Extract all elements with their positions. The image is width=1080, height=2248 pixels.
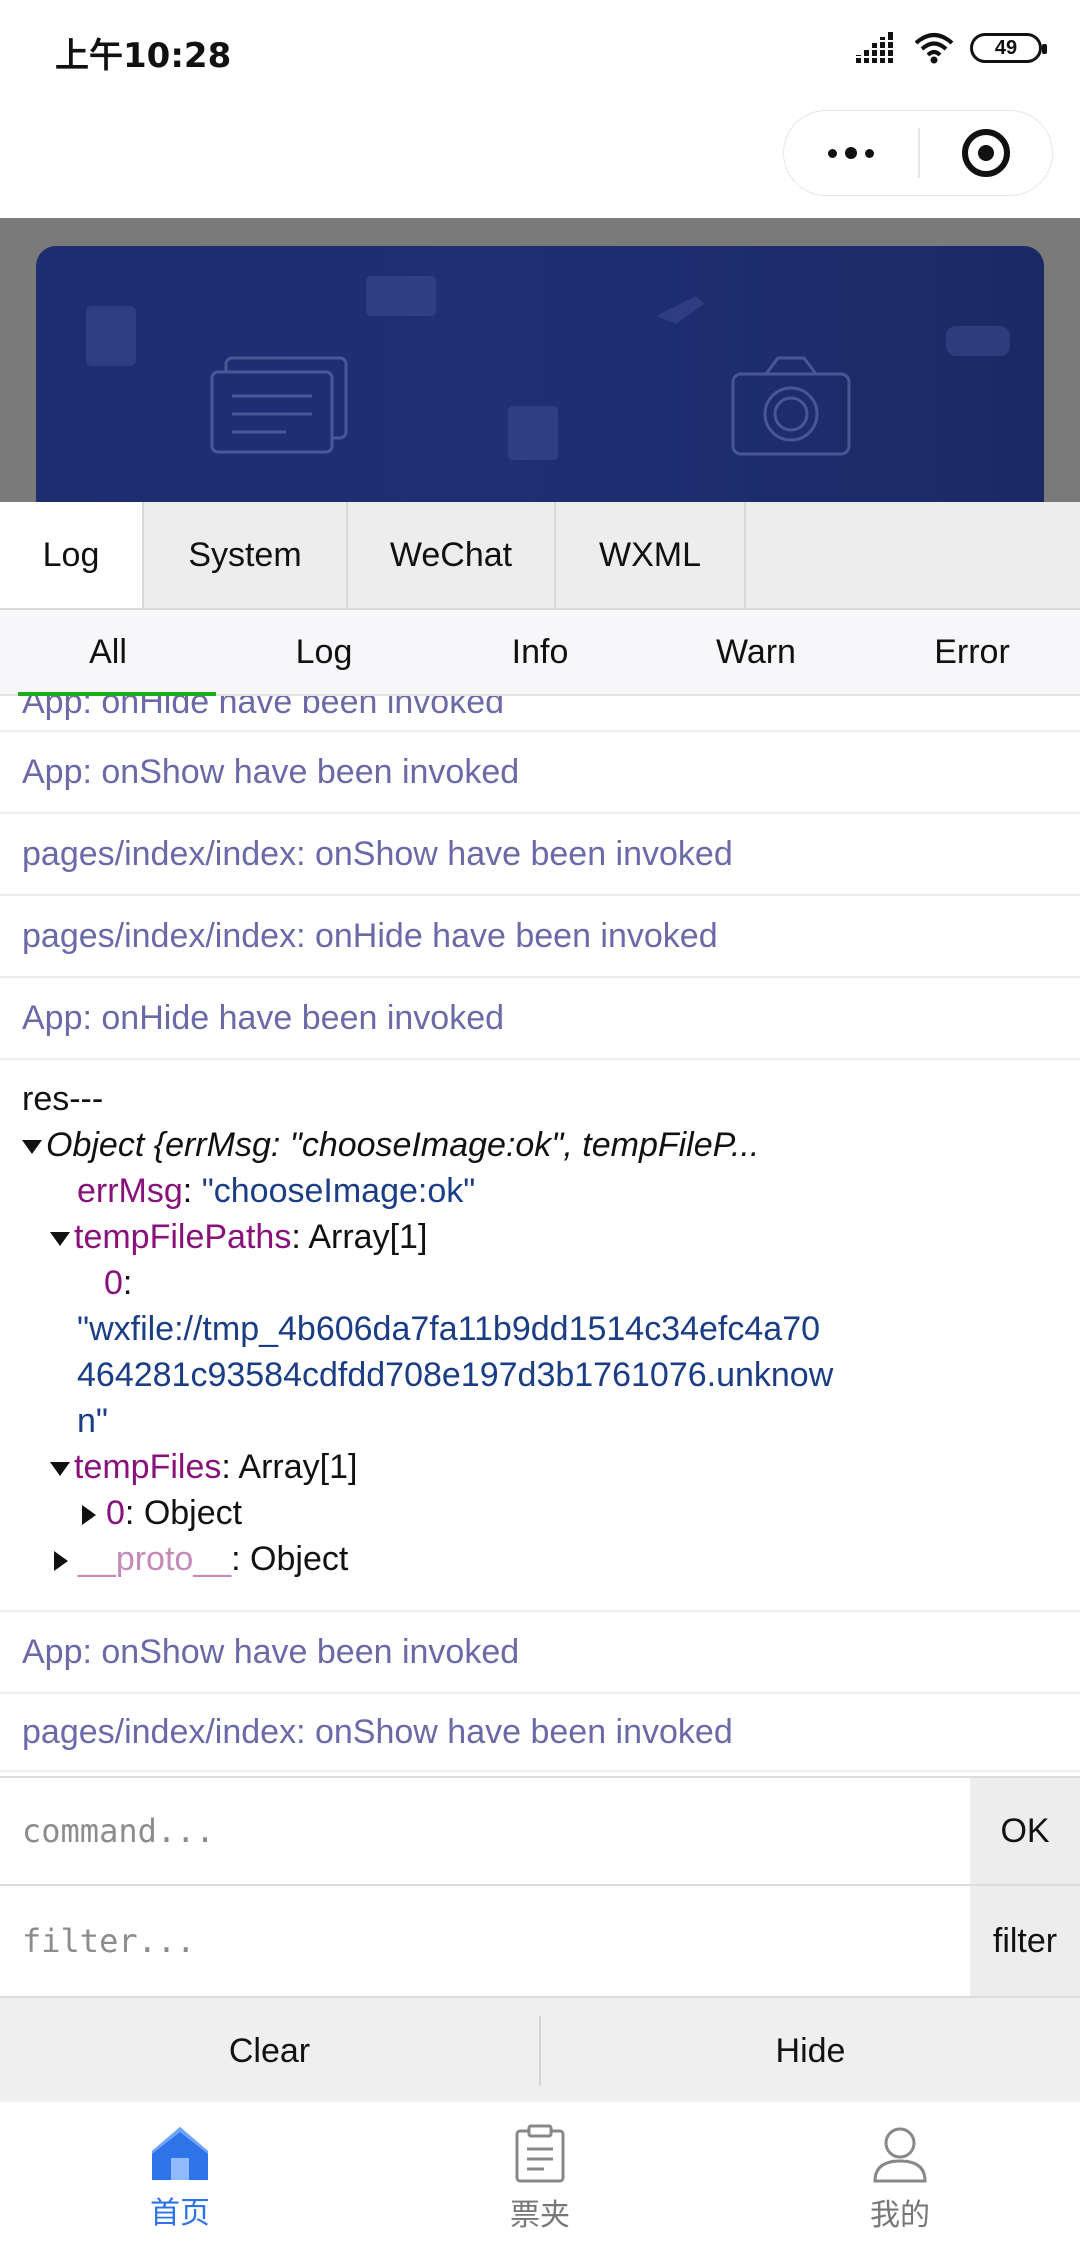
object-summary-toggle[interactable]: Object {errMsg: "chooseImage:ok", tempFi… xyxy=(22,1126,759,1165)
log-list[interactable]: App: onHide have been invoked App: onSho… xyxy=(0,696,1080,1776)
tempfiles-item-toggle[interactable]: 0: Object xyxy=(82,1494,242,1533)
caret-right-icon xyxy=(54,1551,68,1572)
status-time: 上午10:28 xyxy=(55,36,232,76)
filter-log[interactable]: Log xyxy=(216,610,432,694)
log-entry: App: onHide have been invoked xyxy=(0,978,1080,1060)
log-entry: pages/index/index: onHide have been invo… xyxy=(0,896,1080,978)
prop-type: Array[1] xyxy=(238,1448,358,1486)
vconsole-tabs: Log System WeChat WXML xyxy=(0,502,1080,610)
log-entry: App: onShow have been invoked xyxy=(0,732,1080,814)
tab-system[interactable]: System xyxy=(144,502,348,608)
bottom-tabbar: 首页 票夹 我的 xyxy=(0,2102,1080,2248)
tabbar-label: 我的 xyxy=(870,2198,930,2233)
tabbar-label: 票夹 xyxy=(510,2198,570,2233)
tabbar-item-home[interactable]: 首页 xyxy=(0,2102,360,2248)
wifi-icon xyxy=(914,33,954,64)
log-entry: pages/index/index: onShow have been invo… xyxy=(0,1694,1080,1772)
battery-level: 49 xyxy=(994,36,1018,59)
hide-button[interactable]: Hide xyxy=(541,1998,1080,2104)
tabbar-item-me[interactable]: 我的 xyxy=(720,2102,1080,2248)
close-button[interactable] xyxy=(920,111,1053,195)
capsule-menu xyxy=(783,110,1053,196)
filter-info[interactable]: Info xyxy=(432,610,648,694)
more-button[interactable] xyxy=(784,111,918,195)
user-icon xyxy=(873,2127,927,2183)
proto-toggle[interactable]: __proto__: Object xyxy=(54,1540,348,1579)
prop-value: "chooseImage:ok" xyxy=(201,1172,476,1210)
status-icons: 49 xyxy=(854,26,1047,70)
caret-down-icon xyxy=(22,1140,42,1155)
page-overlay xyxy=(0,218,1080,546)
more-dots-icon xyxy=(828,148,837,158)
array-index: 0: xyxy=(104,1264,133,1302)
tabbar-label: 首页 xyxy=(150,2196,210,2231)
filter-input[interactable] xyxy=(0,1886,970,1996)
command-row: OK xyxy=(0,1776,1080,1886)
log-prefix: res--- xyxy=(22,1080,104,1118)
log-entry: App: onHide have been invoked xyxy=(0,696,1080,732)
filter-warn[interactable]: Warn xyxy=(648,610,864,694)
tab-log[interactable]: Log xyxy=(0,502,144,608)
vconsole-panel: Log System WeChat WXML All Log Info Warn… xyxy=(0,502,1080,2104)
filter-button[interactable]: filter xyxy=(970,1886,1080,1996)
tabbar-item-tickets[interactable]: 票夹 xyxy=(360,2102,720,2248)
tab-wxml[interactable]: WXML xyxy=(556,502,746,608)
log-level-filters: All Log Info Warn Error xyxy=(0,610,1080,696)
close-target-icon xyxy=(961,129,1010,177)
prop-key: tempFiles xyxy=(74,1448,222,1486)
console-footer: Clear Hide xyxy=(0,1998,1080,2104)
object-log-entry: res--- Object {errMsg: "chooseImage:ok",… xyxy=(0,1060,1080,1612)
object-summary: Object {errMsg: "chooseImage:ok", tempFi… xyxy=(46,1126,760,1164)
ok-button[interactable]: OK xyxy=(970,1778,1080,1884)
filter-error[interactable]: Error xyxy=(864,610,1080,694)
clipboard-icon xyxy=(515,2124,565,2183)
battery-icon: 49 xyxy=(970,33,1047,63)
caret-right-icon xyxy=(82,1505,96,1526)
log-entry: App: onShow have been invoked xyxy=(0,1612,1080,1694)
prop-errmsg: errMsg: "chooseImage:ok" xyxy=(77,1172,476,1210)
path-value-line: n" xyxy=(77,1402,108,1440)
signal-icon xyxy=(854,32,896,63)
path-value-line: "wxfile://tmp_4b606da7fa11b9dd1514c34efc… xyxy=(77,1310,821,1348)
clear-button[interactable]: Clear xyxy=(0,1998,539,2104)
home-icon xyxy=(152,2127,208,2180)
prop-key: tempFilePaths xyxy=(74,1218,292,1256)
caret-down-icon xyxy=(50,1232,70,1247)
miniprogram-header xyxy=(0,98,1080,218)
prop-tempfilepaths-toggle[interactable]: tempFilePaths: Array[1] xyxy=(50,1218,427,1257)
path-value-line: 464281c93584cdfdd708e197d3b1761076.unkno… xyxy=(77,1356,834,1394)
caret-down-icon xyxy=(50,1462,70,1477)
tab-wechat[interactable]: WeChat xyxy=(348,502,556,608)
filter-row: filter xyxy=(0,1886,1080,1998)
prop-tempfiles-toggle[interactable]: tempFiles: Array[1] xyxy=(50,1448,357,1487)
banner-image xyxy=(36,246,1044,546)
log-entry: pages/index/index: onShow have been invo… xyxy=(0,814,1080,896)
prop-type: Array[1] xyxy=(308,1218,428,1256)
prop-key: errMsg xyxy=(77,1172,183,1210)
status-bar: 上午10:28 49 xyxy=(0,0,1080,98)
filter-all[interactable]: All xyxy=(0,610,216,696)
command-input[interactable] xyxy=(0,1778,970,1884)
